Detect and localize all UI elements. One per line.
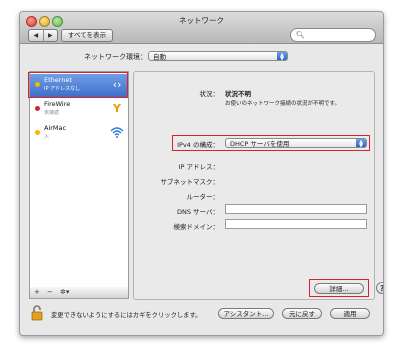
service-item-firewire[interactable]: FireWire 未接続 Y xyxy=(30,98,128,121)
status-dot-yellow xyxy=(35,130,40,135)
lock-message: 変更できないようにするにはカギをクリックします。 xyxy=(51,312,202,319)
select-arrows-icon: ▲ ▼ xyxy=(277,52,287,62)
search-icon: 🔍︎ xyxy=(296,31,305,39)
remove-service-button[interactable]: − xyxy=(47,287,53,298)
service-detail-panel: 状況： 状況不明 お使いのネットワーク接続の状況が不明です。 IPv4 の構成：… xyxy=(133,71,375,300)
firewire-icon: Y xyxy=(113,102,121,115)
highlight-box-ethernet xyxy=(28,72,128,98)
service-list-footer: + − ✲▾ xyxy=(29,287,129,299)
dns-server-field[interactable] xyxy=(225,204,367,214)
highlight-box-ipv4 xyxy=(172,135,370,151)
service-item-airmac[interactable]: AirMac 入 xyxy=(30,122,128,145)
assistant-button[interactable]: アシスタント... xyxy=(218,308,274,319)
back-arrow-icon[interactable]: ◀ xyxy=(29,30,43,41)
location-select[interactable]: 自動 ▲ ▼ xyxy=(148,51,288,62)
lock-icon[interactable] xyxy=(31,305,43,321)
wifi-icon xyxy=(110,125,124,141)
dns-server-label: DNS サーバ： xyxy=(177,208,219,216)
router-label: ルーター： xyxy=(186,193,220,201)
add-service-button[interactable]: + xyxy=(34,287,40,298)
status-label: 状況： xyxy=(199,90,220,98)
search-domain-label: 検索ドメイン： xyxy=(173,223,220,231)
location-row: ネットワーク環境： 自動 ▲ ▼ xyxy=(20,49,383,63)
service-name: FireWire xyxy=(44,100,71,108)
gear-menu-icon[interactable]: ✲▾ xyxy=(60,287,69,298)
ip-address-label: IP アドレス： xyxy=(178,163,219,171)
subnet-mask-label: サブネットマスク： xyxy=(160,178,220,186)
service-status: 未接続 xyxy=(44,110,60,116)
revert-button[interactable]: 元に戻す xyxy=(282,308,322,319)
search-domain-field[interactable] xyxy=(225,219,367,229)
service-name: AirMac xyxy=(44,124,67,132)
window-title: ネットワーク xyxy=(179,16,224,25)
back-forward-buttons: ◀ ▶ xyxy=(28,29,58,42)
title-bar: ネットワーク ◀ ▶ すべてを表示 🔍︎ xyxy=(20,12,383,44)
help-button[interactable]: ? xyxy=(376,282,383,294)
service-status: 入 xyxy=(44,134,50,140)
status-value: 状況不明 xyxy=(225,90,251,98)
location-label: ネットワーク環境： xyxy=(84,53,147,61)
forward-arrow-icon[interactable]: ▶ xyxy=(42,30,58,41)
location-value: 自動 xyxy=(153,53,166,61)
status-dot-red xyxy=(35,106,40,111)
search-field[interactable]: 🔍︎ xyxy=(290,28,376,42)
status-description: お使いのネットワーク接続の状況が不明です。 xyxy=(225,101,340,107)
highlight-box-advanced xyxy=(309,279,369,297)
service-list: Ethernet IP アドレスなし ‹› FireWire 未接続 Y Air… xyxy=(29,71,129,288)
network-preferences-window: ネットワーク ◀ ▶ すべてを表示 🔍︎ ネットワーク環境： 自動 ▲ ▼ Eth… xyxy=(19,11,384,336)
apply-button[interactable]: 適用 xyxy=(330,308,370,319)
show-all-button[interactable]: すべてを表示 xyxy=(61,29,113,42)
